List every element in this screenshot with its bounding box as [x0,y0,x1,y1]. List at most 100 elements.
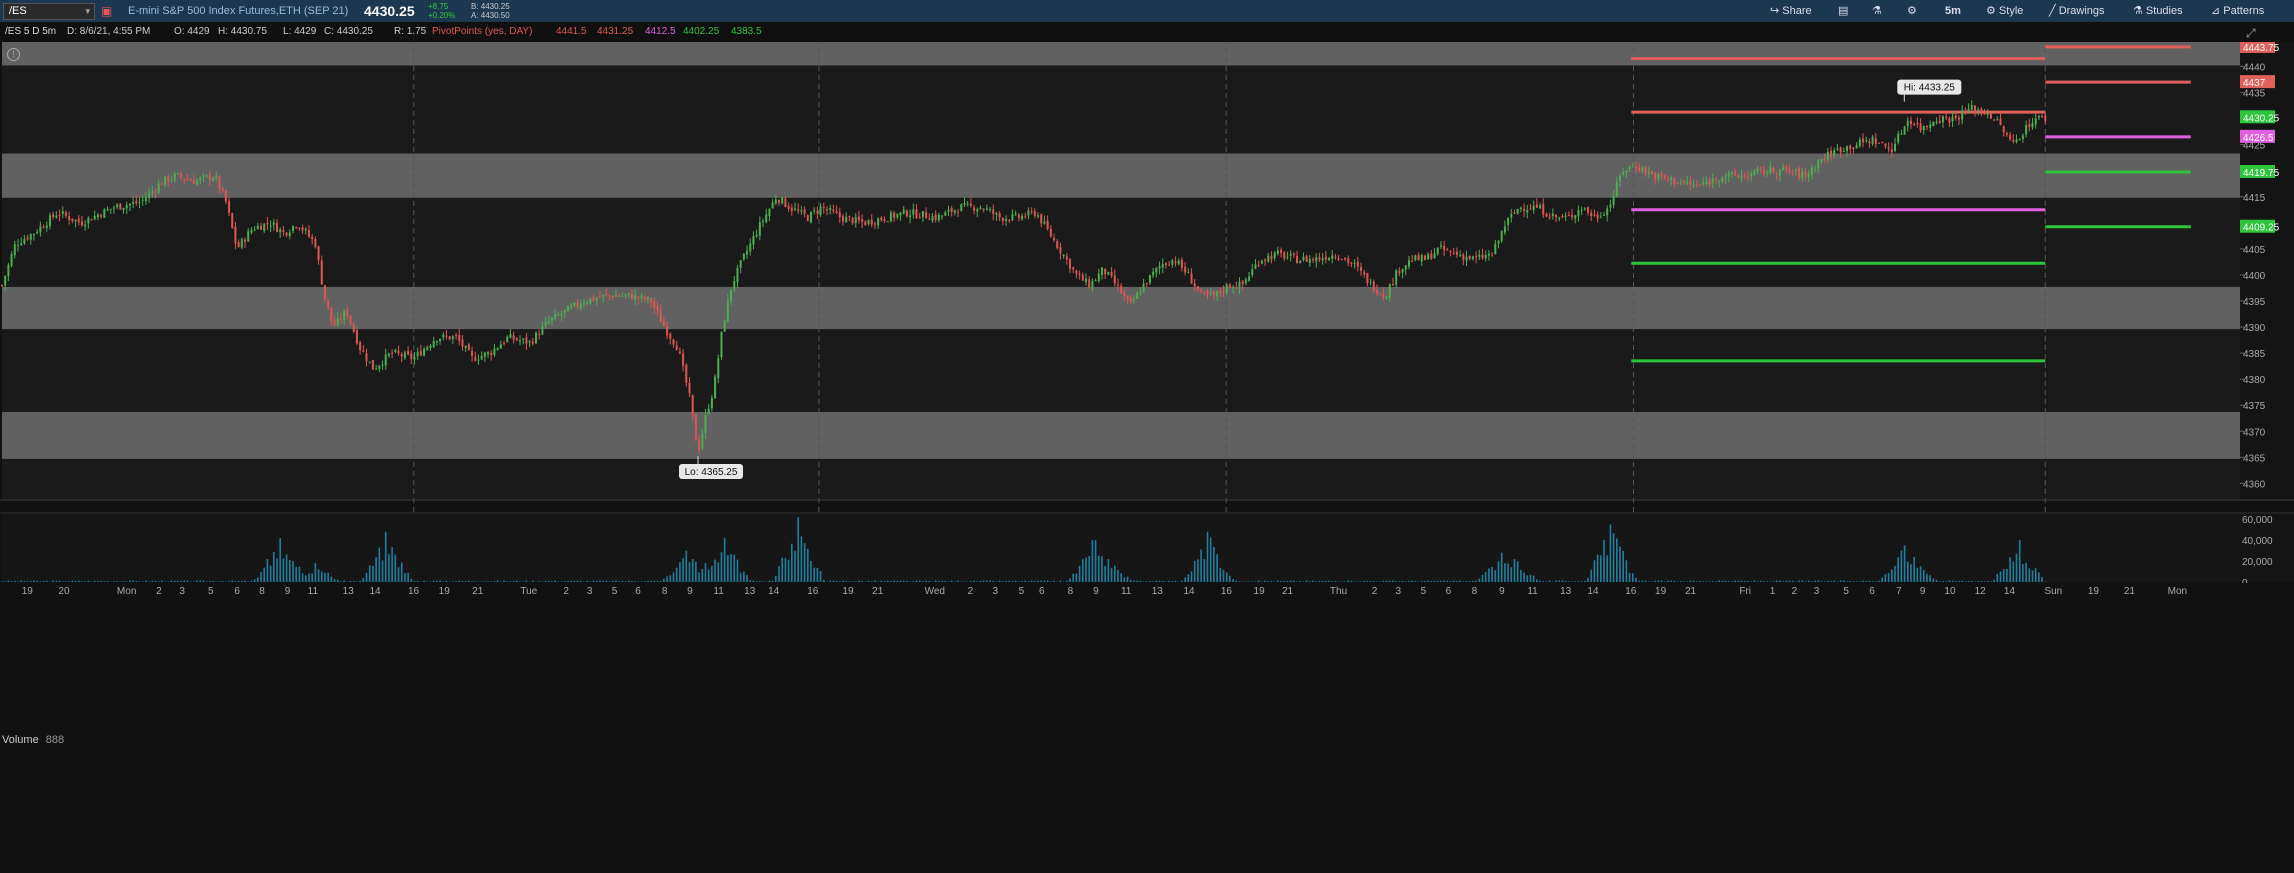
volume-bar [2031,570,2034,582]
screenshot-icon[interactable]: ▤ [1838,0,1848,22]
candle-down [1033,211,1036,216]
volume-bar [1161,580,1164,582]
volume-bar [1801,580,1804,582]
share-button[interactable]: ↪ Share [1770,0,1812,22]
volume-bar [627,580,630,582]
candle-down [672,339,675,345]
candle-down [2002,126,2005,133]
candle-down [778,200,781,203]
volume-bar [1894,566,1896,582]
candle-up [1260,260,1263,264]
candle-down [1938,120,1941,123]
study-name[interactable]: PivotPoints (yes, DAY) [432,22,532,42]
gear-icon[interactable]: ⚙ [1907,0,1917,22]
volume-bar [1916,567,1919,582]
candle-up [1628,166,1631,170]
candle-down [1350,262,1353,264]
volume-bar [647,580,649,582]
collapse-icon[interactable]: ⤢ [2246,26,2256,41]
candle-up [547,320,550,323]
volume-bar [2028,568,2031,582]
candle-up [1497,240,1500,244]
volume-bar [720,552,723,582]
x-tick-label: Mon [117,586,136,597]
studies-button[interactable]: ⚗ Studies [2133,0,2183,22]
candle-up [1478,254,1481,257]
candle-up [141,199,144,201]
candle-down [1296,255,1299,264]
candle-down [1184,267,1187,273]
symbol-selector[interactable]: /ES ▾ [3,3,95,20]
candle-up [528,341,531,343]
candle-down [1212,291,1215,295]
volume-bar [397,567,400,582]
volume-bar [1209,537,1212,582]
candle-down [1596,214,1599,219]
high-annotation: Hi: 4433.25 [1904,83,1956,94]
candle-up [1897,133,1900,143]
candle-down [1174,261,1177,263]
candle-up [173,173,176,181]
info-icon[interactable]: ! [7,48,20,61]
candle-down [58,214,61,216]
timeframe-button[interactable]: 5m [1945,0,1961,22]
candle-up [1433,253,1436,259]
volume-bar [1030,580,1033,582]
candle-up [496,348,499,350]
volume-bar [1145,581,1148,582]
volume-bar [52,580,54,582]
chart-canvas[interactable]: Hi: 4433.25Lo: 4365.25444044354430442544… [0,0,2294,873]
chevron-down-icon[interactable]: ▾ [85,4,90,19]
volume-bar [1667,580,1669,582]
volume-bar [822,579,825,582]
volume-bar [180,580,182,582]
candle-down [1430,253,1433,259]
drawings-button[interactable]: ╱ Drawings [2049,0,2105,22]
candle-up [1583,208,1586,210]
candle-down [1481,254,1484,259]
close-icon[interactable]: ▣ [101,0,112,22]
candle-down [1334,256,1337,258]
candle-down [1046,220,1049,229]
volume-bar [851,581,854,582]
candle-down [698,439,701,450]
candle-up [1471,256,1474,259]
volume-bar [1254,581,1257,582]
candle-down [1561,216,1564,218]
candle-up [269,225,272,227]
style-button[interactable]: ⚙ Style [1986,0,2023,22]
candle-up [1641,167,1644,172]
volume-bar [886,580,889,582]
price-flag-label: 4430.25 [2243,113,2280,124]
candle-up [2037,116,2040,118]
volume-bar [1702,581,1704,582]
candle-up [20,243,23,246]
flask-icon[interactable]: ⚗ [1872,0,1882,22]
x-tick-label: 2 [563,586,569,597]
volume-bar [212,581,214,582]
symbol-input[interactable]: /ES [9,4,27,19]
volume-bar [106,580,109,582]
volume-bar [1558,580,1561,582]
volume-bar [615,580,617,582]
volume-bar [666,576,668,582]
candle-down [1382,294,1385,297]
pivot-r2: 4441.5 [556,26,587,37]
volume-bar [944,580,947,582]
volume-bar [1430,580,1433,582]
candle-down [221,188,224,191]
patterns-button[interactable]: ⊿ Patterns [2211,0,2264,22]
volume-bar [391,547,393,582]
bar-date: D: 8/6/21, 4:55 PM [67,26,151,37]
candle-up [387,353,390,356]
candle-up [93,215,96,220]
volume-bar [807,548,809,582]
candle-down [1359,267,1362,271]
candle-up [1606,208,1609,216]
candle-up [205,175,208,177]
candle-up [1986,113,1989,115]
candle-up [1177,260,1180,265]
volume-bar [1945,581,1947,582]
candle-down [1660,173,1663,177]
volume-bar [650,580,652,582]
